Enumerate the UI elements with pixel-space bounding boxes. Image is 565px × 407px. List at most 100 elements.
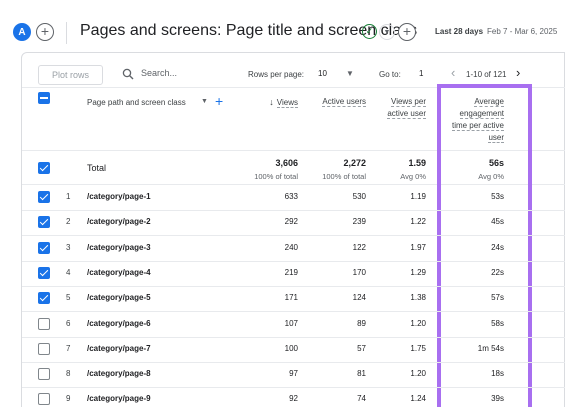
page-path: /category/page-3 — [87, 243, 151, 252]
avg-engagement-value: 45s — [491, 217, 504, 226]
date-range-value: Feb 7 - Mar 6, 2025 — [487, 27, 558, 36]
avg-engagement-value: 18s — [491, 369, 504, 378]
views-per-user-value: 1.24 — [410, 394, 426, 403]
row-checkbox[interactable] — [38, 216, 50, 228]
total-views: 3,606 — [275, 158, 298, 168]
active-users-value: 239 — [352, 217, 366, 226]
search-icon — [122, 68, 134, 80]
row-checkbox[interactable] — [38, 393, 50, 405]
row-checkbox[interactable] — [38, 368, 50, 380]
views-value: 633 — [284, 192, 298, 201]
row-rank: 3 — [66, 243, 71, 252]
page-path: /category/page-9 — [87, 394, 151, 403]
active-users-value: 170 — [352, 268, 366, 277]
divider — [22, 286, 565, 287]
page-path: /category/page-1 — [87, 192, 151, 201]
total-active-users-percent: 100% of total — [322, 172, 366, 181]
total-label: Total — [87, 163, 107, 173]
views-value: 97 — [289, 369, 298, 378]
page-path: /category/page-7 — [87, 344, 151, 353]
avg-engagement-value: 1m 54s — [477, 344, 504, 353]
total-avg-engagement-avg: Avg 0% — [478, 172, 504, 181]
goto-label: Go to: — [379, 70, 401, 79]
row-checkbox[interactable] — [38, 242, 50, 254]
row-checkbox[interactable] — [38, 267, 50, 279]
column-header-views-per-user[interactable]: Views per active user — [386, 96, 426, 120]
active-users-value: 530 — [352, 192, 366, 201]
views-value: 292 — [284, 217, 298, 226]
date-range-picker[interactable]: Last 28 days Feb 7 - Mar 6, 2025 — [435, 27, 557, 36]
goto-page-input[interactable]: 1 — [419, 69, 423, 78]
divider — [22, 337, 565, 338]
total-views-percent: 100% of total — [254, 172, 298, 181]
rows-per-page-select[interactable]: 10 — [318, 69, 327, 78]
row-checkbox[interactable] — [38, 191, 50, 203]
page-path: /category/page-8 — [87, 369, 151, 378]
add-dimension-button[interactable]: + — [215, 93, 223, 109]
views-value: 107 — [284, 319, 298, 328]
plot-rows-button[interactable]: Plot rows — [38, 65, 103, 85]
search-input[interactable] — [141, 68, 231, 78]
add-button[interactable]: + — [398, 23, 416, 41]
views-value: 171 — [284, 293, 298, 302]
total-active-users: 2,272 — [343, 158, 366, 168]
views-per-user-value: 1.29 — [410, 268, 426, 277]
chevron-left-icon[interactable]: ‹ — [451, 65, 455, 80]
divider — [22, 87, 565, 88]
page-path: /category/page-2 — [87, 217, 151, 226]
page-path: /category/page-5 — [87, 293, 151, 302]
avatar[interactable]: A — [13, 23, 31, 41]
avg-engagement-value: 22s — [491, 268, 504, 277]
total-avg-engagement: 56s — [488, 158, 504, 168]
divider — [22, 261, 565, 262]
row-rank: 6 — [66, 319, 71, 328]
divider — [22, 311, 565, 312]
avg-engagement-value: 57s — [491, 293, 504, 302]
divider — [22, 387, 565, 388]
page-path: /category/page-6 — [87, 319, 151, 328]
column-header-views[interactable]: ↓ Views — [246, 96, 298, 109]
divider — [22, 210, 565, 211]
chevron-right-icon[interactable]: › — [516, 65, 520, 80]
views-per-user-value: 1.19 — [410, 192, 426, 201]
row-checkbox[interactable] — [38, 292, 50, 304]
divider — [22, 150, 565, 151]
avg-engagement-value: 39s — [491, 394, 504, 403]
row-rank: 9 — [66, 394, 71, 403]
row-rank: 7 — [66, 344, 71, 353]
active-users-value: 89 — [357, 319, 366, 328]
divider — [66, 22, 67, 44]
caret-down-icon[interactable]: ▼ — [346, 69, 354, 78]
dimension-header[interactable]: Page path and screen class — [87, 98, 186, 107]
row-rank: 5 — [66, 293, 71, 302]
avg-engagement-value: 24s — [491, 243, 504, 252]
total-checkbox[interactable] — [38, 162, 50, 174]
total-views-per-user: 1.59 — [408, 158, 426, 168]
column-header-avg-engagement[interactable]: Average engagement time per active user — [448, 96, 504, 144]
row-checkbox[interactable] — [38, 343, 50, 355]
row-rank: 4 — [66, 268, 71, 277]
add-comparison-button[interactable]: + — [36, 23, 54, 41]
views-per-user-value: 1.20 — [410, 319, 426, 328]
views-value: 219 — [284, 268, 298, 277]
date-range-label: Last 28 days — [435, 27, 484, 36]
active-users-value: 122 — [352, 243, 366, 252]
check-circle-icon[interactable]: ✓ — [362, 24, 377, 39]
views-per-user-value: 1.75 — [410, 344, 426, 353]
avg-engagement-value: 58s — [491, 319, 504, 328]
views-per-user-value: 1.20 — [410, 369, 426, 378]
select-all-checkbox[interactable] — [38, 92, 50, 104]
page-path: /category/page-4 — [87, 268, 151, 277]
avg-engagement-value: 53s — [491, 192, 504, 201]
total-views-per-user-avg: Avg 0% — [400, 172, 426, 181]
column-header-active-users[interactable]: Active users — [322, 96, 366, 108]
sort-arrow-down-icon[interactable]: ↓ — [269, 97, 274, 107]
views-per-user-value: 1.97 — [410, 243, 426, 252]
chevron-down-icon[interactable]: ▼ — [379, 24, 395, 40]
views-value: 92 — [289, 394, 298, 403]
views-value: 240 — [284, 243, 298, 252]
row-checkbox[interactable] — [38, 318, 50, 330]
page-range: 1-10 of 121 — [466, 70, 507, 79]
dimension-dropdown-icon[interactable]: ▼ — [201, 98, 208, 105]
divider — [22, 235, 565, 236]
